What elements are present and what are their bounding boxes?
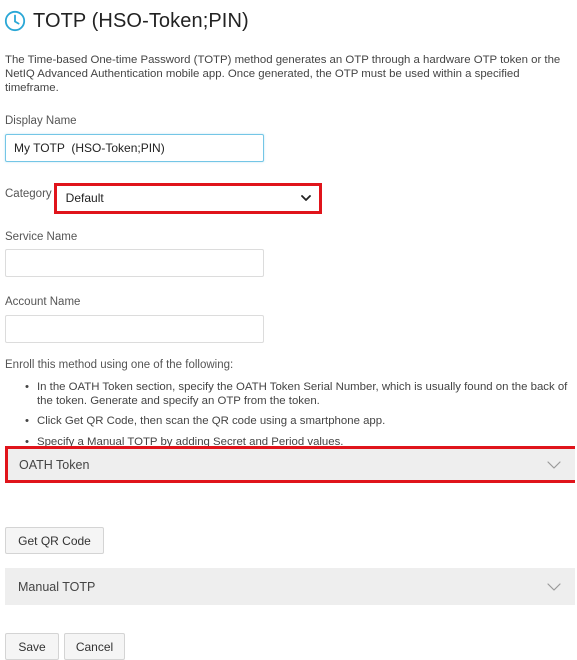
account-name-label: Account Name [5, 296, 81, 308]
category-select[interactable]: Default [53, 182, 322, 214]
clock-icon [4, 10, 26, 32]
chevron-down-icon [300, 195, 311, 201]
display-name-input[interactable] [5, 134, 264, 162]
chevron-down-icon [547, 582, 561, 591]
service-name-label: Service Name [5, 231, 78, 243]
manual-totp-label: Manual TOTP [18, 579, 96, 594]
list-item: In the OATH Token section, specify the O… [23, 381, 573, 408]
oath-token-label: OATH Token [19, 457, 90, 472]
account-name-input[interactable] [5, 315, 264, 343]
service-name-input[interactable] [5, 249, 264, 277]
chevron-down-icon [547, 460, 561, 469]
list-item: Click Get QR Code, then scan the QR code… [23, 415, 573, 429]
category-label: Category [5, 188, 52, 200]
manual-totp-section[interactable]: Manual TOTP [5, 568, 575, 605]
page-header: TOTP (HSO-Token;PIN) [4, 6, 249, 36]
category-row: Category Default [5, 182, 322, 214]
display-name-label: Display Name [5, 115, 77, 127]
enroll-intro: Enroll this method using one of the foll… [5, 359, 234, 371]
get-qr-code-button[interactable]: Get QR Code [5, 527, 104, 554]
oath-token-section[interactable]: OATH Token [5, 446, 575, 483]
category-selected-value: Default [65, 191, 104, 205]
cancel-button[interactable]: Cancel [64, 633, 125, 660]
page-title: TOTP (HSO-Token;PIN) [33, 9, 249, 32]
save-button[interactable]: Save [5, 633, 59, 660]
method-description: The Time-based One-time Password (TOTP) … [5, 54, 561, 94]
